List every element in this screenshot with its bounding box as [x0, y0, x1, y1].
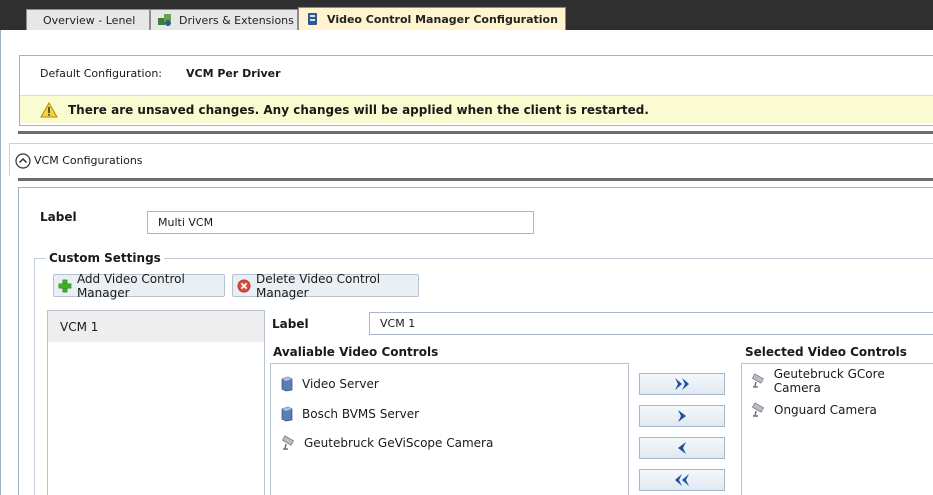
list-item[interactable]: Geutebruck GeViScope Camera	[280, 434, 493, 452]
available-item-label: Bosch BVMS Server	[302, 407, 420, 421]
double-chevron-right-icon	[675, 378, 689, 390]
add-button-label: Add Video Control Manager	[76, 271, 185, 300]
camera-icon	[281, 435, 295, 450]
delete-vcm-button[interactable]: Delete Video Control Manager	[232, 271, 419, 300]
section-title: VCM Configurations	[34, 154, 143, 167]
label-input[interactable]: Multi VCM	[147, 211, 534, 234]
vcm-icon	[308, 13, 317, 25]
divider-bar	[18, 178, 933, 181]
custom-settings-title: Custom Settings	[46, 251, 164, 265]
default-config-value: VCM Per Driver	[186, 67, 281, 80]
remove-selected-button[interactable]	[639, 437, 725, 459]
selected-item-label: Onguard Camera	[774, 403, 877, 417]
available-controls-title: Avaliable Video Controls	[273, 345, 439, 359]
list-item[interactable]: VCM 1	[48, 311, 264, 342]
selected-controls-title: Selected Video Controls	[745, 345, 907, 359]
double-chevron-left-icon	[675, 474, 689, 486]
unsaved-warning-bar: There are unsaved changes. Any changes w…	[20, 95, 933, 123]
tab-drivers-extensions[interactable]: Drivers & Extensions	[150, 9, 298, 30]
warning-text: There are unsaved changes. Any changes w…	[68, 102, 649, 117]
divider-bar	[18, 131, 933, 134]
warning-icon	[40, 101, 58, 117]
camera-icon	[751, 402, 765, 417]
vcm-list-item-label: VCM 1	[60, 319, 99, 334]
delete-button-label: Delete Video Control Manager	[256, 271, 381, 300]
label-caption: Label	[40, 210, 77, 224]
chevron-left-icon	[678, 442, 686, 454]
list-item[interactable]: Geutebruck GCore Camera	[750, 367, 933, 395]
delete-icon	[237, 279, 251, 292]
vcm-configurations-header[interactable]: VCM Configurations	[9, 143, 933, 176]
camera-icon	[751, 373, 764, 388]
available-item-label: Geutebruck GeViScope Camera	[304, 436, 494, 450]
vcm-label-input[interactable]: VCM 1	[369, 312, 933, 335]
default-config-label: Default Configuration:	[40, 67, 162, 80]
tab-label: Drivers & Extensions	[179, 13, 294, 27]
add-icon	[58, 279, 72, 292]
server-icon	[281, 376, 293, 392]
add-all-button[interactable]	[639, 373, 725, 395]
puzzle-icon	[158, 14, 171, 26]
chevron-right-icon	[678, 410, 686, 422]
add-selected-button[interactable]	[639, 405, 725, 427]
available-item-label: Video Server	[302, 377, 379, 391]
tab-label: Video Control Manager Configuration	[327, 12, 558, 26]
remove-all-button[interactable]	[639, 469, 725, 491]
tab-overview-lenel[interactable]: Overview - Lenel	[26, 9, 150, 30]
selected-item-label: Geutebruck GCore Camera	[773, 367, 885, 395]
list-item[interactable]: Onguard Camera	[750, 401, 877, 419]
server-icon	[281, 406, 293, 422]
tab-label: Overview - Lenel	[43, 13, 136, 27]
add-vcm-button[interactable]: Add Video Control Manager	[53, 271, 225, 300]
list-item[interactable]: Bosch BVMS Server	[280, 405, 419, 423]
list-item[interactable]: Video Server	[280, 375, 379, 393]
tab-vcm-configuration[interactable]: Video Control Manager Configuration	[298, 7, 566, 30]
detail-label-caption: Label	[272, 317, 309, 331]
collapse-chevron-icon[interactable]	[15, 153, 31, 169]
